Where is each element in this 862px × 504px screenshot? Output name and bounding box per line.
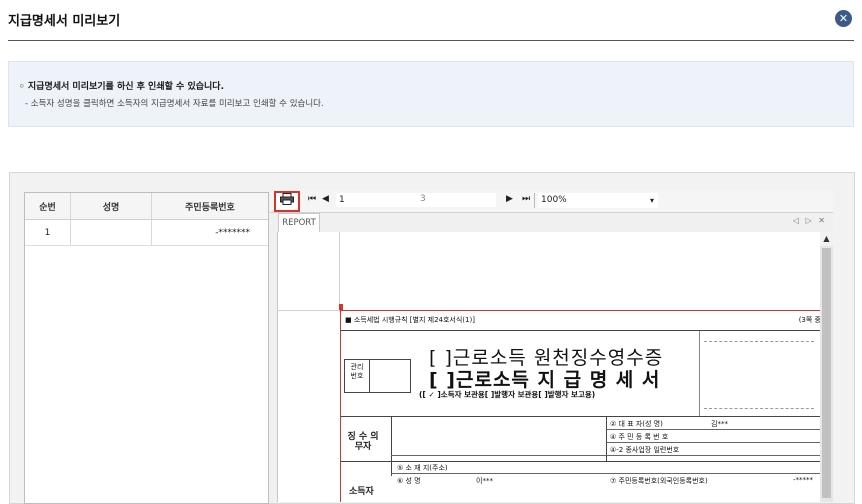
- divider: [391, 455, 821, 456]
- recipient-grid: 순번 성명 주민등록번호 1 -*******: [24, 192, 269, 504]
- report-viewer: ⏮ ◀ 1 3 ▶ ⏭ 100% ▾ REPORT ◁ ▷ ✕ ■ 소득세법 시…: [270, 190, 833, 502]
- dialog-title: 지급명세서 미리보기: [8, 14, 121, 29]
- report-canvas: ■ 소득세법 시행규칙 [별지 제24호서식(1)] (3쪽 중 관리 번호 […: [277, 232, 821, 502]
- field-rrn-value: -*****: [793, 476, 814, 484]
- management-number-label: 관리 번호: [350, 363, 364, 380]
- printer-icon: [280, 193, 294, 205]
- tab-nav-icons[interactable]: ◁ ▷ ✕: [793, 216, 827, 225]
- grid-header: 순번 성명 주민등록번호: [25, 193, 268, 220]
- field-registration-no: ④ 주 민 등 록 번 호: [610, 433, 669, 441]
- notice-line-2: - 소득자 성명을 클릭하면 소득자의 지급명세서 자료를 미리보고 인쇄할 수…: [25, 99, 324, 109]
- table-row[interactable]: 1 -*******: [25, 220, 268, 246]
- toolbar-separator: [534, 193, 535, 208]
- cell-no[interactable]: 1: [25, 220, 71, 245]
- field-representative-value: 김***: [711, 420, 728, 428]
- divider: [704, 408, 814, 409]
- header-name[interactable]: 성명: [71, 193, 152, 219]
- viewer-toolbar: ⏮ ◀ 1 3 ▶ ⏭ 100% ▾: [270, 190, 833, 213]
- form-copy-type: ([ ✓ ]소득자 보관용[ ]발행자 보관용[ ]발행자 보고용): [419, 390, 596, 399]
- form-right-box: [699, 331, 821, 416]
- form-law-reference: ■ 소득세법 시행규칙 [별지 제24호서식(1)]: [345, 316, 475, 324]
- form-title-statement: [ ]근로소득 지 급 명 세 서: [429, 369, 661, 391]
- notice-line-1: ◦ 지급명세서 미리보기를 하신 후 인쇄할 수 있습니다.: [19, 82, 224, 92]
- cell-name[interactable]: [71, 220, 152, 245]
- close-button[interactable]: ✕: [835, 10, 852, 27]
- recipient-label: 소득자: [349, 487, 374, 497]
- cell-rrn[interactable]: -*******: [152, 220, 268, 245]
- tab-report[interactable]: REPORT: [278, 213, 320, 233]
- prev-page-icon[interactable]: ◀: [322, 194, 329, 204]
- divider: [391, 416, 392, 476]
- print-button[interactable]: [274, 191, 300, 212]
- zoom-select[interactable]: 100% ▾: [538, 193, 658, 208]
- title-divider: [8, 40, 854, 41]
- divider: [606, 442, 821, 443]
- report-tab-strip: REPORT ◁ ▷ ✕: [270, 213, 833, 233]
- field-name: ⑥ 성 명: [397, 477, 421, 485]
- form-title-block: 관리 번호 [ ]근로소득 원천징수영수증 [ ]근로소득 지 급 명 세 서 …: [341, 331, 821, 417]
- page-margin-guide: [278, 310, 339, 311]
- withholder-label: 징 수 의무자: [347, 432, 379, 452]
- page-corner-marker: [339, 304, 343, 310]
- form-page-indicator: (3쪽 중: [798, 316, 821, 324]
- page-margin-guide: [339, 232, 340, 312]
- field-address: ⑤ 소 재 지(주소): [397, 464, 448, 472]
- total-pages: 3: [420, 194, 426, 204]
- scroll-thumb[interactable]: [822, 248, 831, 498]
- field-name-value: 이***: [476, 477, 493, 485]
- last-page-icon[interactable]: ⏭: [522, 194, 530, 204]
- vertical-scrollbar[interactable]: ▲: [820, 232, 833, 502]
- first-page-icon[interactable]: ⏮: [308, 194, 316, 204]
- notice-box: ◦ 지급명세서 미리보기를 하신 후 인쇄할 수 있습니다. - 소득자 성명을…: [8, 61, 854, 127]
- divider: [606, 429, 821, 430]
- field-representative: ② 대 표 자(성 명): [610, 420, 663, 428]
- divider: [369, 360, 370, 392]
- chevron-down-icon: ▾: [649, 196, 654, 205]
- page-number-input[interactable]: 1: [336, 193, 496, 207]
- header-rrn[interactable]: 주민등록번호: [152, 193, 268, 219]
- report-page: ■ 소득세법 시행규칙 [별지 제24호서식(1)] (3쪽 중 관리 번호 […: [339, 304, 821, 502]
- divider: [391, 473, 821, 474]
- field-rrn: ⑦ 주민등록번호(외국인등록번호): [610, 477, 708, 485]
- header-no[interactable]: 순번: [25, 193, 71, 219]
- scroll-up-icon[interactable]: ▲: [820, 232, 833, 246]
- next-page-icon[interactable]: ▶: [506, 194, 513, 204]
- management-number-box: 관리 번호: [344, 359, 411, 393]
- field-branch-serial: ④-2 종사업장 일련번호: [610, 446, 680, 454]
- zoom-value: 100%: [541, 195, 567, 205]
- divider: [704, 341, 814, 342]
- withholder-section: 징 수 의무자 ② 대 표 자(성 명) 김*** ④ 주 민 등 록 번 호 …: [341, 416, 821, 476]
